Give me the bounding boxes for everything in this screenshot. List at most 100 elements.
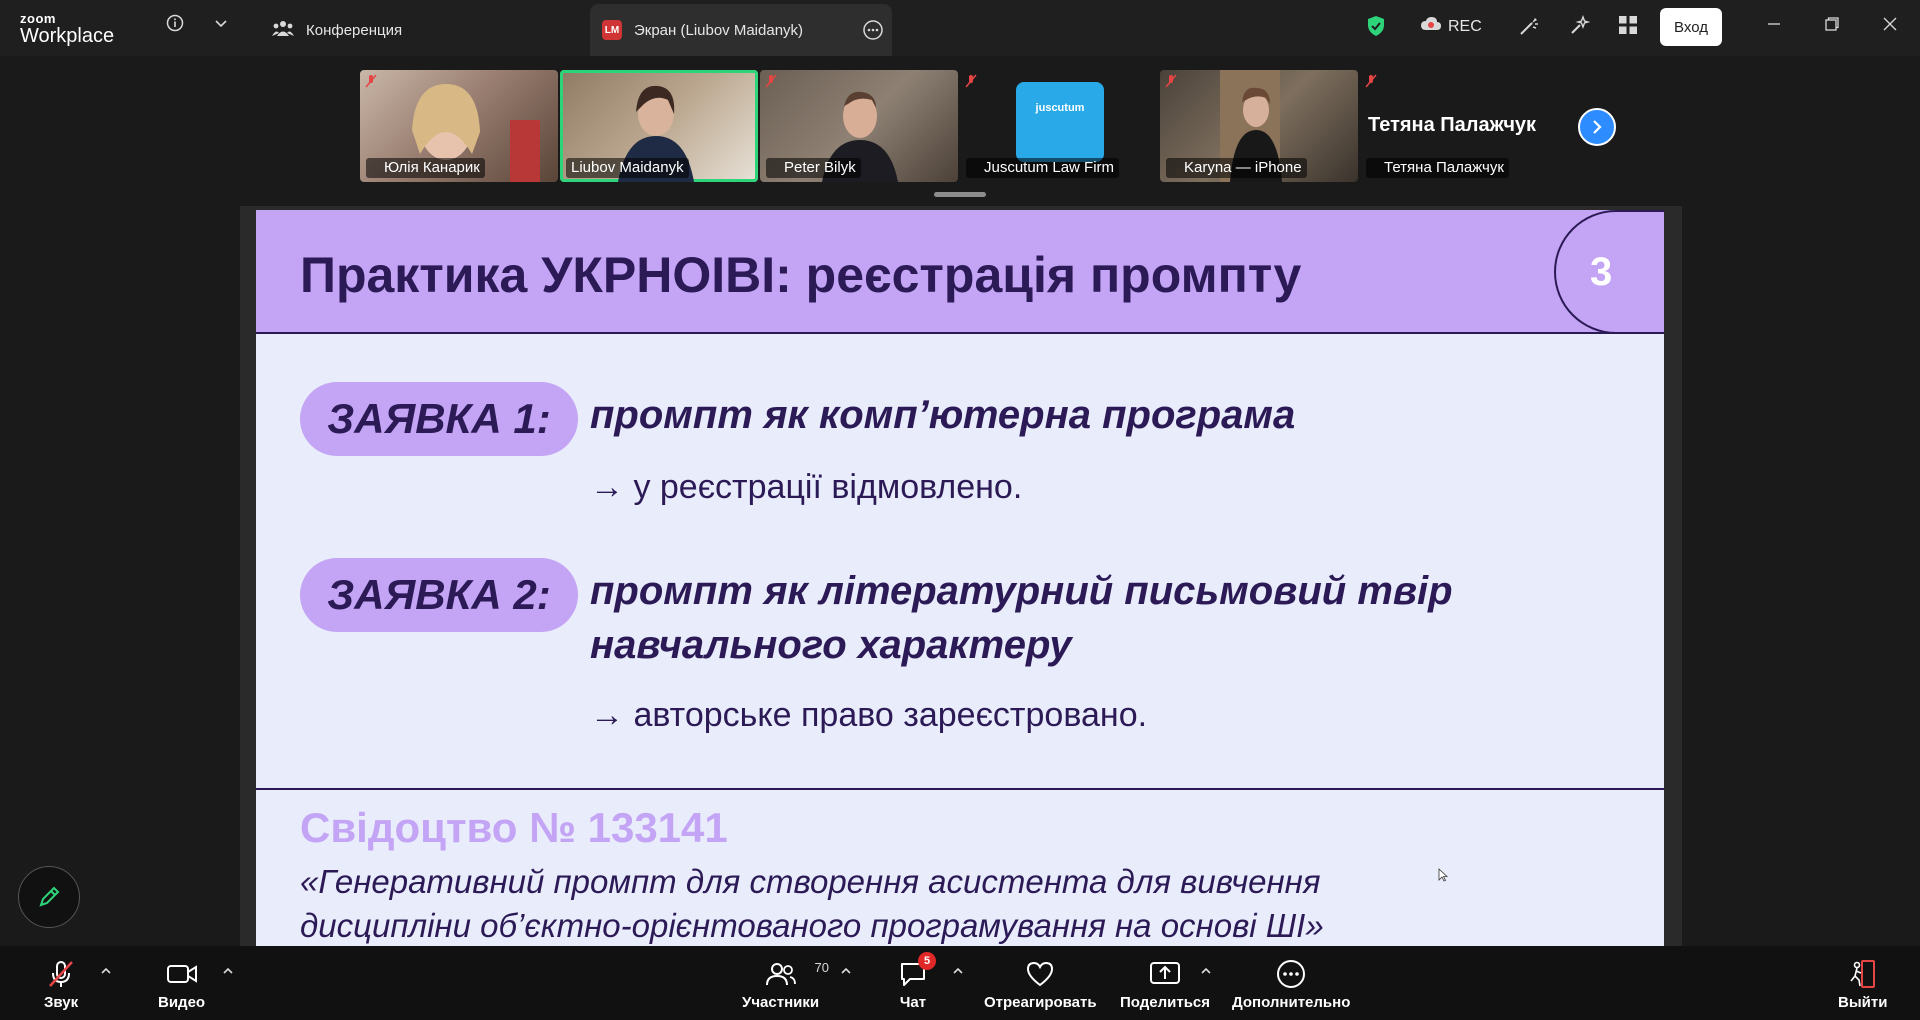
gallery-resize-handle[interactable] [934,192,986,197]
ai-companion-icon[interactable] [1568,15,1591,40]
shield-icon[interactable] [1366,15,1386,40]
application-1-label: ЗАЯВКА 1: [300,382,578,456]
muted-mic-icon [965,74,977,91]
participant-tile[interactable]: juscutum Juscutum Law Firm [960,70,1158,182]
participants-button[interactable]: 70 Участники [742,956,829,1011]
rec-label: REC [1448,17,1482,35]
leave-label: Выйти [1838,994,1888,1011]
video-camera-icon [166,956,198,992]
participant-tile[interactable]: Юлія Канарик [360,70,558,182]
chevron-up-icon[interactable] [1200,964,1212,979]
apps-grid-icon[interactable] [1618,15,1638,38]
restore-icon[interactable] [1824,16,1840,37]
tab-screen-share[interactable]: LM Экран (Liubov Maidanyk) [590,4,892,56]
certificate-description: «Генеративний промпт для створення асист… [300,860,1324,946]
participant-name: Тетяна Палажчук [1366,158,1509,178]
participant-name: Liubov Maidanyk [566,158,689,178]
meeting-toolbar: Звук Видео 70 Участники 5 Чат Отреагиров… [0,946,1920,1020]
certificate-description-line2: дисципліни об’єктно-орієнтованого програ… [300,907,1324,944]
presentation-slide: Практика УКРНОІВІ: реєстрація промпту 3 … [256,210,1664,946]
logo-zoom-text: zoom [20,11,56,26]
mouse-cursor-icon [1438,868,1448,882]
minimize-icon[interactable] [1766,16,1782,37]
chevron-right-icon [1593,120,1602,134]
chat-unread-badge: 5 [918,952,936,970]
chat-button[interactable]: 5 Чат [898,952,936,1011]
application-2-heading-line1: промпт як літературний письмовий твір [590,569,1453,613]
video-button[interactable]: Видео [158,956,205,1011]
application-2-heading-line2: навчального характеру [590,623,1072,667]
share-label: Поделиться [1120,994,1211,1011]
participant-tile[interactable]: Peter Bilyk [760,70,958,182]
leave-button[interactable]: Выйти [1838,956,1887,1011]
audio-button[interactable]: Звук [44,956,78,1011]
juscutum-logo: juscutum [1016,82,1104,162]
application-1-heading: промпт як комп’ютерна програма [590,393,1296,437]
participants-icon: 70 [765,956,829,992]
react-button[interactable]: Отреагировать [984,956,1097,1011]
audio-label: Звук [44,994,79,1011]
slide-title: Практика УКРНОІВІ: реєстрація промпту [300,247,1302,303]
juscutum-logo-text: juscutum [1035,102,1085,114]
participant-gallery: Юлія Канарик Liubov Maidanyk Peter Bilyk… [0,56,1920,206]
zoom-logo: zoom Workplace [20,12,114,46]
tab-conference[interactable]: Конференция [272,4,572,56]
close-icon[interactable] [1882,16,1898,37]
participants-label: Участники [742,994,820,1011]
more-options-icon[interactable] [862,19,884,45]
participant-big-name: Тетяна Палажчук [1368,114,1537,136]
tab-conference-label: Конференция [306,21,403,39]
gallery-next-button[interactable] [1578,108,1616,146]
chat-icon: 5 [898,952,936,992]
participant-name: Peter Bilyk [766,158,861,178]
video-label: Видео [158,994,206,1011]
info-icon[interactable] [166,14,184,35]
participant-name: Karyna — iPhone [1166,158,1307,178]
cloud-record-icon [1420,16,1442,37]
certificate-title: Свідоцтво № 133141 [300,804,728,851]
slide-header: Практика УКРНОІВІ: реєстрація промпту 3 [256,210,1664,334]
application-2-result: → авторське право зареєстровано. [590,696,1148,734]
participant-name: Juscutum Law Firm [966,158,1120,178]
more-dots-icon [1276,956,1306,992]
chevron-down-icon[interactable] [214,16,228,34]
presenter-avatar: LM [602,20,622,40]
muted-mic-icon [1165,74,1177,91]
record-button[interactable]: REC [1420,16,1482,37]
participant-tile-active[interactable]: Liubov Maidanyk [560,70,758,182]
annotate-wand-icon[interactable] [1518,15,1540,40]
slide-number: 3 [1554,210,1664,334]
title-bar: zoom Workplace Конференция LM Экран (Liu… [0,0,1920,56]
participant-name: Юлія Канарик [366,158,485,178]
muted-mic-icon [1365,74,1377,91]
muted-mic-icon [46,956,76,992]
chevron-up-icon[interactable] [952,964,964,979]
slide-divider [256,788,1664,790]
chevron-up-icon[interactable] [840,964,852,979]
heart-icon [1025,956,1055,992]
participant-tile[interactable]: Karyna — iPhone [1160,70,1358,182]
application-1-result: → у реєстрації відмовлено. [590,468,1023,506]
zoom-window: zoom Workplace Конференция LM Экран (Liu… [0,0,1920,1020]
react-label: Отреагировать [984,994,1097,1011]
chat-label: Чат [899,994,927,1011]
certificate-description-line1: «Генеративний промпт для створення асист… [300,863,1321,900]
more-button[interactable]: Дополнительно [1232,956,1350,1011]
login-button[interactable]: Вход [1660,8,1722,46]
muted-mic-icon [365,74,377,91]
more-label: Дополнительно [1232,994,1351,1011]
participants-count: 70 [814,960,830,975]
meeting-icon [272,19,294,41]
muted-mic-icon [765,74,777,91]
share-screen-button[interactable]: Поделиться [1120,956,1210,1011]
chevron-up-icon[interactable] [100,964,112,979]
annotate-button[interactable] [18,866,80,928]
chevron-up-icon[interactable] [222,964,234,979]
pencil-icon [39,886,60,907]
tab-screen-label: Экран (Liubov Maidanyk) [634,21,804,39]
leave-door-icon [1848,956,1878,992]
share-screen-icon [1149,956,1181,992]
shared-screen-area: Практика УКРНОІВІ: реєстрація промпту 3 … [0,206,1920,946]
logo-workplace-text: Workplace [20,25,115,47]
application-2-label: ЗАЯВКА 2: [300,558,578,632]
